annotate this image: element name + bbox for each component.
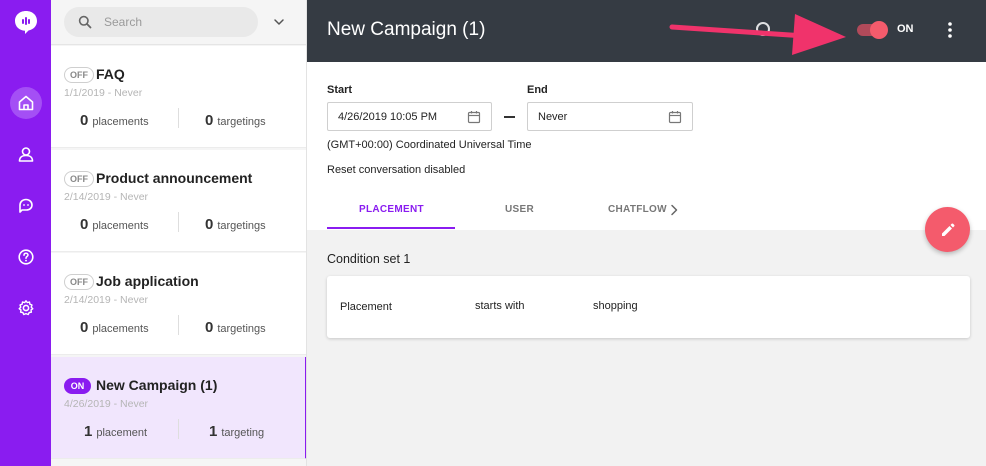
calendar-icon[interactable] (668, 110, 682, 124)
stat-divider (178, 419, 179, 439)
placements-count: 1 placement (84, 423, 148, 440)
campaign-item-faq[interactable]: OFF FAQ 1/1/2019 - Never 0 placements 0 ta… (51, 46, 306, 148)
end-label: End (527, 84, 548, 96)
stat-divider (178, 212, 179, 232)
nav-conversations[interactable] (10, 190, 42, 222)
condition-operator: starts with (475, 300, 525, 312)
targetings-count: 0 targetings (205, 112, 266, 129)
placements-count: 0 placements (80, 112, 149, 129)
app-sidebar (0, 0, 51, 466)
gear-icon (18, 300, 34, 316)
campaign-title: New Campaign (1) (96, 377, 218, 393)
nav-help[interactable] (10, 241, 42, 273)
campaign-header: New Campaign (1) ON (307, 0, 986, 62)
campaign-title: Product announcement (96, 170, 253, 186)
status-badge: OFF (64, 171, 94, 187)
status-badge: OFF (64, 274, 94, 290)
status-badge: ON (64, 378, 91, 394)
condition-field: Placement (340, 301, 392, 313)
chat-icon (19, 198, 33, 213)
calendar-icon[interactable] (467, 110, 481, 124)
toggle-knob[interactable] (870, 21, 888, 39)
placements-count: 0 placements (80, 216, 149, 233)
page-title: New Campaign (1) (327, 19, 486, 40)
status-badge: OFF (64, 67, 94, 83)
placements-count: 0 placements (80, 319, 149, 336)
nav-users[interactable] (10, 138, 42, 170)
campaign-item-job-application[interactable]: OFF Job application 2/14/2019 - Never 0p… (51, 253, 306, 355)
campaign-date-range: 4/26/2019 - Never (64, 398, 149, 410)
stat-divider (178, 315, 179, 335)
timezone-text: (GMT+00:00) Coordinated Universal Time (327, 139, 532, 151)
user-icon (18, 147, 34, 162)
date-range-dash (504, 116, 515, 118)
stat-divider (178, 108, 179, 128)
tab-user[interactable]: USER (505, 204, 534, 215)
condition-card[interactable]: Placement starts with shopping (327, 276, 970, 338)
search-row (51, 0, 306, 45)
campaign-date-range: 2/14/2019 - Never (64, 191, 149, 203)
end-date-field[interactable]: Never (527, 102, 693, 131)
campaign-date-range: 1/1/2019 - Never (64, 87, 143, 99)
speech-bubble-logo-icon[interactable] (13, 9, 39, 35)
active-tab-indicator (327, 227, 455, 229)
more-vert-icon[interactable] (946, 20, 954, 40)
nav-home[interactable] (10, 87, 42, 119)
targetings-count: 1 targeting (209, 423, 265, 440)
campaign-date-range: 2/14/2019 - Never (64, 294, 149, 306)
search-input[interactable] (104, 13, 244, 31)
campaign-title: Job application (96, 273, 199, 289)
toggle-label: ON (897, 23, 914, 35)
start-date-field[interactable]: 4/26/2019 10:05 PM (327, 102, 492, 131)
search-box[interactable] (64, 7, 258, 37)
chevron-down-icon[interactable] (271, 14, 287, 30)
campaign-item-new-campaign[interactable]: ON New Campaign (1) 4/26/2019 - Never 1p… (51, 357, 306, 459)
targetings-count: 0 targetings (205, 319, 266, 336)
schedule-section: Start End 4/26/2019 10:05 PM Never (GMT+… (307, 62, 986, 230)
start-label: Start (327, 84, 353, 96)
tab-chatflow[interactable]: CHATFLOW (608, 204, 667, 215)
condition-set-title: Condition set 1 (327, 252, 411, 266)
campaign-list: OFF FAQ 1/1/2019 - Never 0placements 0ta… (51, 0, 307, 466)
edit-button[interactable] (925, 207, 970, 252)
reset-conversation-text: Reset conversation disabled (327, 164, 466, 176)
home-icon (18, 95, 34, 111)
tab-placement[interactable]: PLACEMENT (359, 204, 424, 215)
help-icon (18, 249, 34, 265)
campaign-item-product-announcement[interactable]: OFF Product announcement 2/14/2019 - Nev… (51, 150, 306, 252)
condition-value: shopping (593, 300, 638, 312)
search-icon (78, 15, 92, 29)
chevron-right-icon[interactable] (670, 204, 678, 216)
nav-settings[interactable] (10, 292, 42, 324)
campaign-title: FAQ (96, 66, 125, 82)
info-icon[interactable] (756, 22, 770, 36)
pencil-icon (941, 223, 954, 236)
targetings-count: 0 targetings (205, 216, 266, 233)
